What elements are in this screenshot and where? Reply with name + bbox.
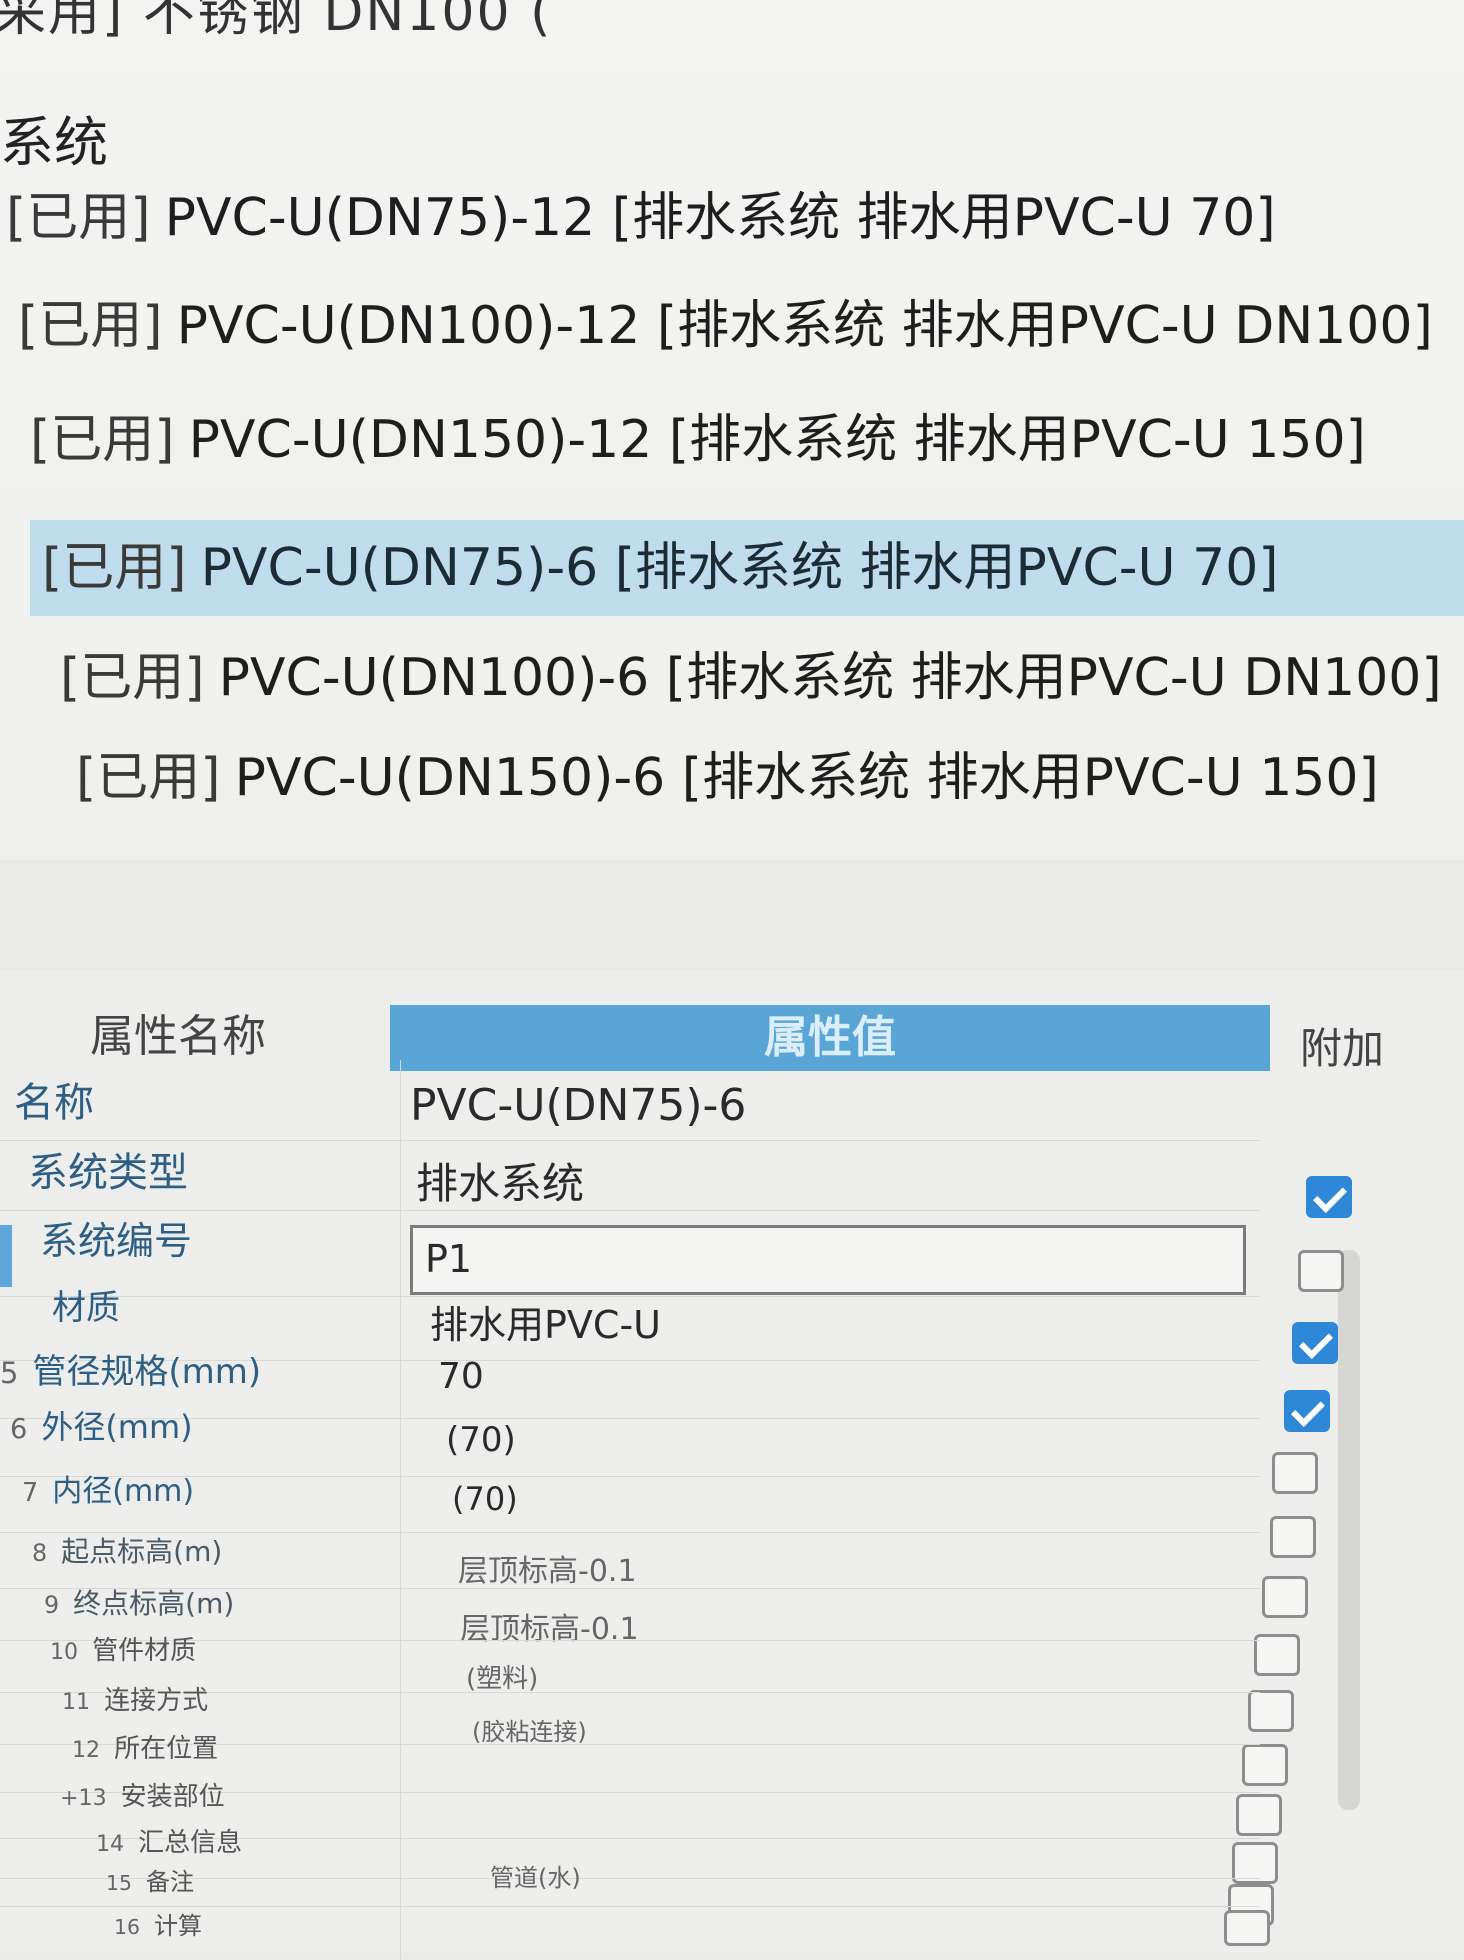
column-header-value: 属性值 <box>390 1005 1270 1071</box>
system-code-input[interactable]: P1 <box>410 1225 1246 1295</box>
list-item-label: PVC-U(DN100)-12 [排水系统 排水用PVC-U DN100] <box>176 296 1433 356</box>
prop-name: +13 安装部位 <box>60 1782 225 1812</box>
attach-checkbox[interactable] <box>1270 1516 1316 1558</box>
prop-name: 材质 <box>52 1288 120 1328</box>
prop-name: 系统编号 <box>40 1219 193 1263</box>
list-group-label: 系统 <box>0 111 108 174</box>
column-header-attach: 附加 <box>1300 1024 1385 1073</box>
list-item-label: PVC-U(DN100)-6 [排水系统 排水用PVC-U DN100] <box>218 648 1442 708</box>
attach-checkbox[interactable] <box>1284 1390 1330 1432</box>
prop-name: 7 内径(mm) <box>22 1474 195 1509</box>
attach-checkbox[interactable] <box>1292 1322 1338 1364</box>
prop-name: 9 终点标高(m) <box>44 1587 235 1620</box>
used-tag: [已用] <box>30 410 175 470</box>
list-item-selected[interactable]: [已用] PVC-U(DN75)-6 [排水系统 排水用PVC-U 70] <box>30 520 1464 616</box>
list-item-label: PVC-U(DN75)-12 [排水系统 排水用PVC-U 70] <box>164 188 1276 248</box>
row-divider <box>0 1140 1260 1141</box>
column-header-name: 属性名称 <box>90 1011 266 1062</box>
prop-value[interactable]: 排水系统 <box>416 1150 584 1211</box>
attach-checkbox[interactable] <box>1298 1250 1344 1292</box>
used-tag: [已用] <box>18 296 163 356</box>
list-partial-row[interactable]: 采用] 不锈钢 DN100 ( <box>0 0 552 45</box>
attach-checkbox[interactable] <box>1242 1744 1288 1786</box>
prop-name: 8 起点标高(m) <box>32 1535 223 1568</box>
prop-value[interactable]: (塑料) <box>466 1658 538 1695</box>
prop-name: 14 汇总信息 <box>96 1828 243 1858</box>
prop-name: 12 所在位置 <box>72 1734 219 1764</box>
prop-value[interactable]: 层顶标高-0.1 <box>460 1604 639 1648</box>
attach-checkbox[interactable] <box>1272 1452 1318 1494</box>
prop-name: 系统类型 <box>28 1150 188 1196</box>
list-item[interactable]: [已用] PVC-U(DN150)-6 [排水系统 排水用PVC-U 150] <box>76 730 1379 826</box>
list-item[interactable]: [已用] PVC-U(DN100)-12 [排水系统 排水用PVC-U DN100… <box>18 278 1464 374</box>
column-divider <box>400 1060 401 1960</box>
vertical-scrollbar[interactable] <box>1338 1250 1360 1810</box>
prop-name: 15 备注 <box>106 1868 194 1896</box>
used-tag: [已用] <box>42 538 187 598</box>
attach-checkbox[interactable] <box>1224 1910 1270 1946</box>
prop-value[interactable]: (胶粘连接) <box>472 1712 587 1747</box>
list-item[interactable]: [已用] PVC-U(DN150)-12 [排水系统 排水用PVC-U 150] <box>30 392 1366 488</box>
prop-value[interactable]: 排水用PVC-U <box>430 1294 661 1349</box>
prop-name: 11 连接方式 <box>62 1686 209 1716</box>
prop-value[interactable]: PVC-U(DN75)-6 <box>410 1080 746 1131</box>
list-item-label: PVC-U(DN150)-6 [排水系统 排水用PVC-U 150] <box>234 748 1379 808</box>
prop-value[interactable]: 层顶标高-0.1 <box>458 1546 637 1590</box>
used-tag: [已用] <box>6 188 151 248</box>
prop-name: 16 计算 <box>114 1912 202 1940</box>
used-tag: [已用] <box>60 648 205 708</box>
used-tag: [已用] <box>76 748 221 808</box>
prop-value[interactable]: (70) <box>452 1480 518 1518</box>
prop-value[interactable]: 管道(水) <box>490 1858 581 1893</box>
list-item-label: PVC-U(DN75)-6 [排水系统 排水用PVC-U 70] <box>200 538 1279 598</box>
prop-name: 10 管件材质 <box>50 1636 197 1666</box>
list-item[interactable]: [已用] PVC-U(DN100)-6 [排水系统 排水用PVC-U DN100] <box>60 630 1464 726</box>
current-row-marker <box>0 1225 12 1287</box>
prop-value[interactable]: (70) <box>446 1420 516 1460</box>
prop-name: 6 外径(mm) <box>10 1408 193 1446</box>
list-item-label: PVC-U(DN150)-12 [排水系统 排水用PVC-U 150] <box>188 410 1366 470</box>
attach-checkbox[interactable] <box>1248 1690 1294 1732</box>
prop-name: 5 管径规格(mm) <box>0 1352 262 1392</box>
attach-checkbox[interactable] <box>1236 1794 1282 1836</box>
attach-checkbox[interactable] <box>1306 1176 1352 1218</box>
prop-name: 名称 <box>14 1080 94 1126</box>
list-item[interactable]: [已用] PVC-U(DN75)-12 [排水系统 排水用PVC-U 70] <box>6 170 1276 266</box>
attach-checkbox[interactable] <box>1254 1634 1300 1676</box>
prop-value[interactable]: 70 <box>438 1356 484 1397</box>
attach-checkbox[interactable] <box>1262 1576 1308 1618</box>
pipe-type-list: 采用] 不锈钢 DN100 ( 系统 [已用] PVC-U(DN75)-12 [排… <box>0 0 1464 860</box>
